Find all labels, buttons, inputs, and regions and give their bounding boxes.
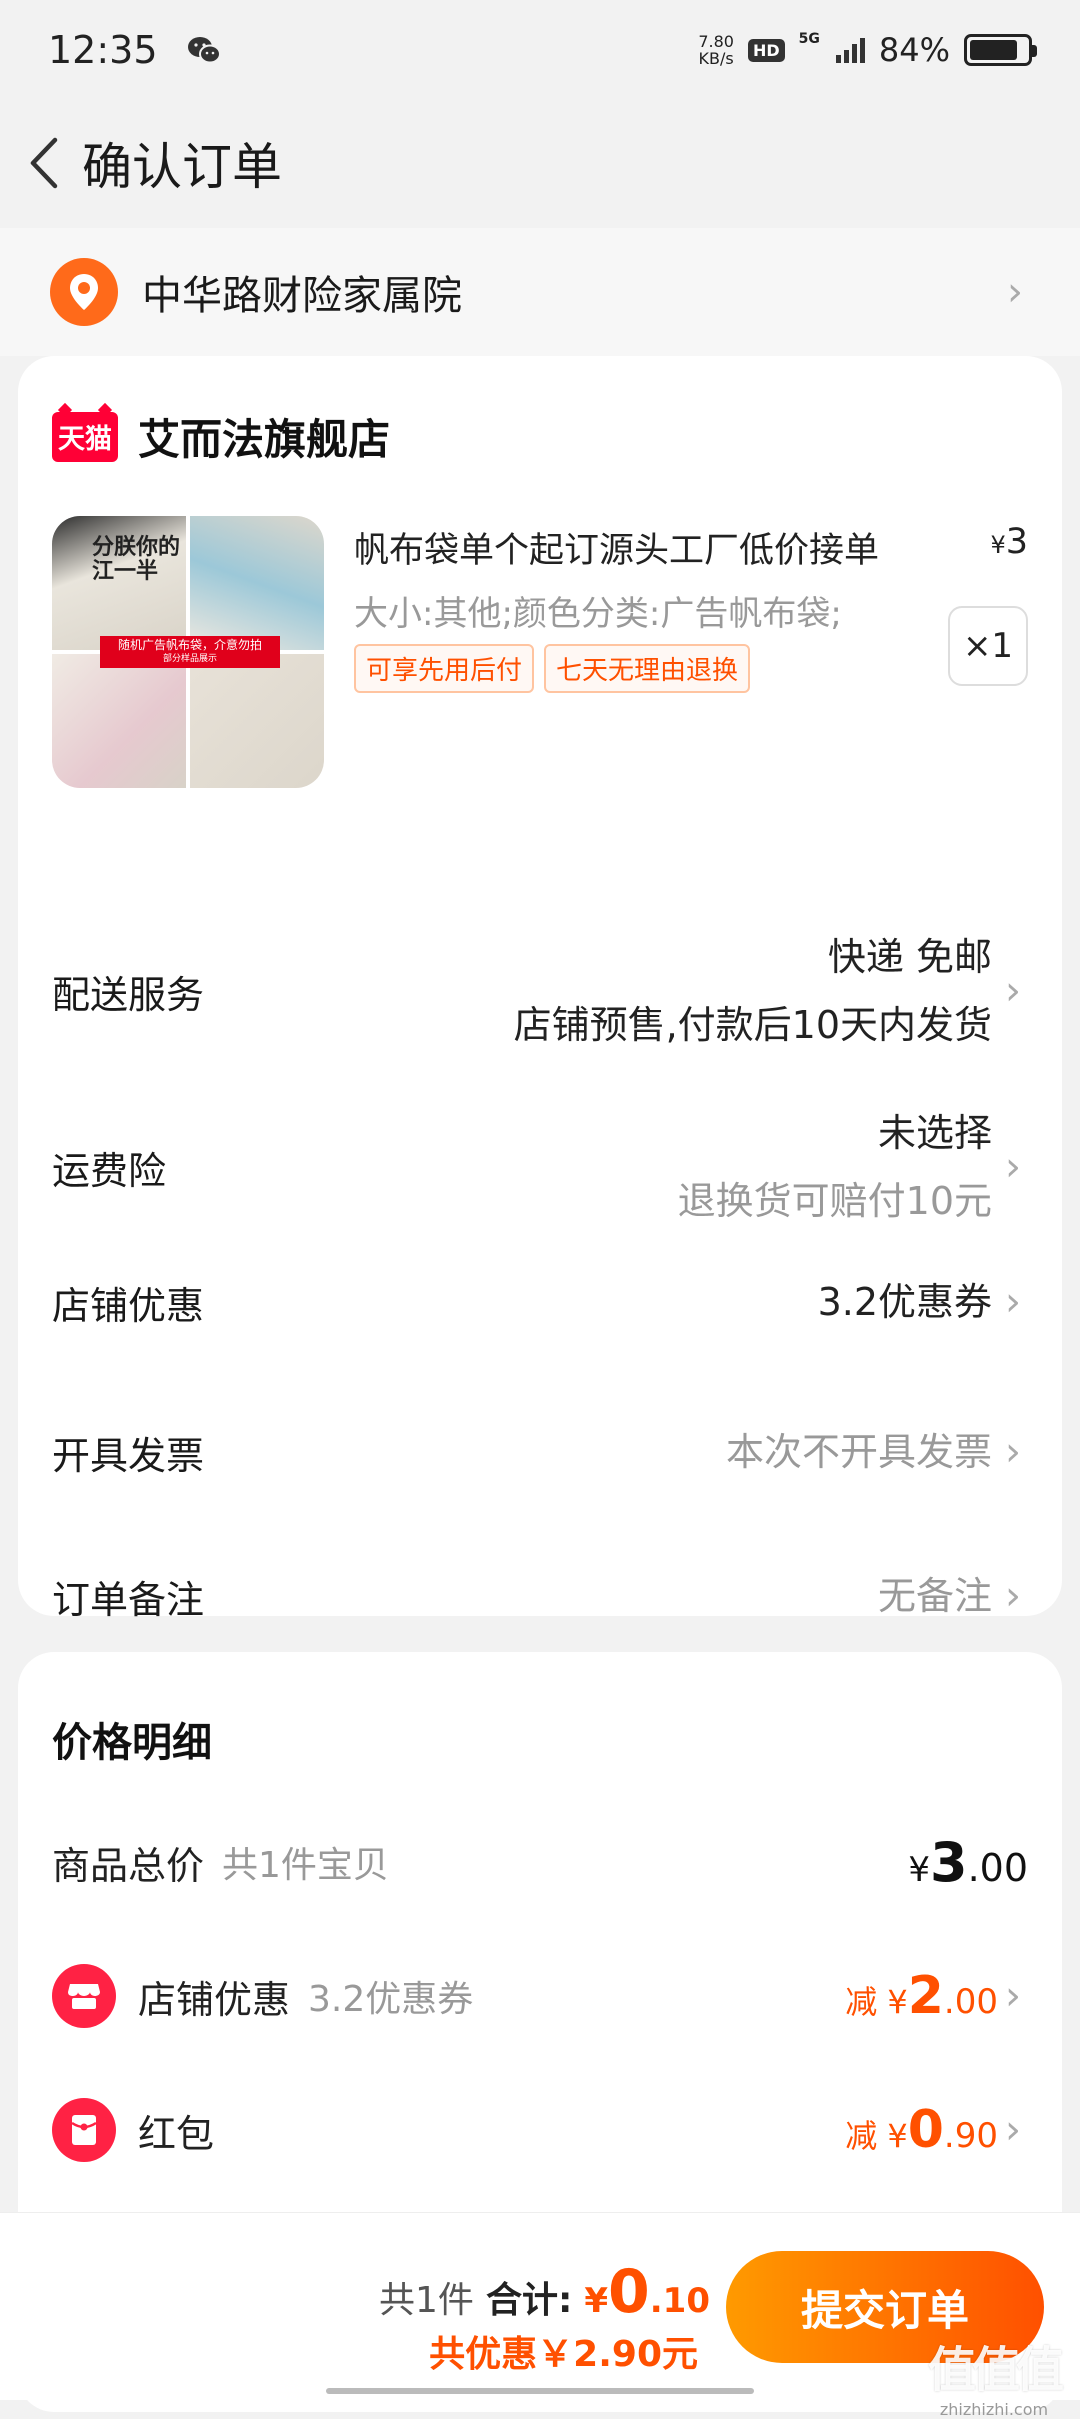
goods-total-label: 商品总价 xyxy=(52,1843,205,1888)
image-calligraphy: 分朕你的江一半 xyxy=(92,535,181,584)
hd-badge: HD xyxy=(747,38,785,62)
shop-header[interactable]: 天猫 艾而法旗舰店 xyxy=(52,406,390,467)
remark-value: 无备注 xyxy=(877,1574,992,1618)
shop-discount-value: 3.2优惠券 xyxy=(817,1280,992,1324)
shop-name: 艾而法旗舰店 xyxy=(138,415,391,464)
chevron-right-icon: › xyxy=(1005,1973,1021,2019)
product-price: ¥3 xyxy=(990,522,1028,562)
goods-total-row: 商品总价 共1件宝贝 ¥3.00 xyxy=(52,1822,1028,1902)
product-title[interactable]: 帆布袋单个起订源头工厂低价接单 xyxy=(354,522,879,573)
shop-icon xyxy=(52,1964,116,2028)
signal-icon xyxy=(835,37,865,63)
delivery-row[interactable]: 配送服务 快递 免邮 店铺预售,付款后10天内发货 › xyxy=(52,916,1028,1066)
watermark-url: zhizhizhi.com xyxy=(939,2400,1049,2419)
product-spec[interactable]: 大小:其他;颜色分类:广告帆布袋; xyxy=(354,586,842,635)
goods-total-amount: ¥3.00 xyxy=(908,1830,1028,1894)
back-button[interactable] xyxy=(14,123,74,203)
insurance-label: 运费险 xyxy=(52,1148,167,1193)
item-count: 共1件 xyxy=(379,2280,474,2321)
address-row[interactable]: 中华路财险家属院 › xyxy=(0,228,1080,356)
insurance-value: 未选择 xyxy=(877,1111,992,1155)
battery-percent: 84% xyxy=(878,31,950,69)
chevron-right-icon: › xyxy=(1005,1429,1021,1475)
tag-seven-day-return: 七天无理由退换 xyxy=(544,644,751,693)
total-amount: ¥0.10 xyxy=(584,2257,710,2327)
location-pin-icon xyxy=(50,258,118,326)
product-image[interactable]: 分朕你的江一半 随机广告帆布袋，介意勿拍 部分样品展示 xyxy=(52,516,324,788)
chevron-right-icon: › xyxy=(1005,1573,1021,1619)
red-packet-label: 红包 xyxy=(138,2111,215,2156)
shop-discount-detail-row[interactable]: 店铺优惠 3.2优惠券 减 ¥2.00 › xyxy=(52,1956,1028,2036)
red-packet-amount: 减 ¥0.90 xyxy=(845,2100,998,2160)
tag-pay-later: 可享先用后付 xyxy=(354,644,535,693)
chevron-right-icon: › xyxy=(1005,1144,1021,1190)
wechat-icon xyxy=(187,37,221,64)
goods-total-sub: 共1件宝贝 xyxy=(222,1845,389,1886)
chevron-left-icon xyxy=(30,137,58,188)
shipping-insurance-row[interactable]: 运费险 未选择 退换货可赔付10元 › xyxy=(52,1092,1028,1242)
order-card: 天猫 艾而法旗舰店 分朕你的江一半 随机广告帆布袋，介意勿拍 部分样品展示 帆布… xyxy=(18,356,1062,1622)
invoice-label: 开具发票 xyxy=(52,1433,205,1478)
price-detail-title: 价格明细 xyxy=(52,1720,212,1766)
page-title: 确认订单 xyxy=(82,137,282,196)
shop-discount-detail-amount: 减 ¥2.00 xyxy=(845,1966,998,2026)
address-text: 中华路财险家属院 xyxy=(142,273,462,319)
red-packet-icon xyxy=(52,2098,116,2162)
shop-discount-detail-sub: 3.2优惠券 xyxy=(308,1979,474,2020)
total-label: 合计: xyxy=(485,2280,573,2321)
shop-discount-detail-label: 店铺优惠 xyxy=(138,1977,291,2022)
chevron-right-icon: › xyxy=(1007,269,1023,315)
order-total: 共1件 合计: ¥0.10 xyxy=(379,2257,710,2327)
chevron-right-icon: › xyxy=(1005,1279,1021,1325)
insurance-sub: 退换货可赔付10元 xyxy=(677,1179,992,1223)
shop-discount-label: 店铺优惠 xyxy=(52,1283,205,1328)
red-packet-row[interactable]: 红包 减 ¥0.90 › xyxy=(52,2090,1028,2170)
checkout-bar: 共1件 合计: ¥0.10 共优惠￥2.90元 提交订单 xyxy=(0,2212,1080,2400)
home-indicator[interactable] xyxy=(326,2388,754,2394)
quantity-stepper[interactable]: ×1 xyxy=(948,606,1028,686)
chevron-right-icon: › xyxy=(1005,2107,1021,2153)
product-tags: 可享先用后付 七天无理由退换 xyxy=(354,644,751,693)
nav-bar: 确认订单 xyxy=(0,100,1080,225)
shop-discount-row[interactable]: 店铺优惠 3.2优惠券 › xyxy=(52,1262,1028,1342)
invoice-row[interactable]: 开具发票 本次不开具发票 › xyxy=(52,1412,1028,1492)
status-time: 12:35 xyxy=(48,28,158,72)
remark-row[interactable]: 订单备注 无备注 › xyxy=(52,1556,1028,1636)
total-saved: 共优惠￥2.90元 xyxy=(429,2334,698,2375)
chevron-right-icon: › xyxy=(1005,968,1021,1014)
invoice-value: 本次不开具发票 xyxy=(725,1430,992,1474)
net-speed: 7.80 KB/s xyxy=(698,32,734,68)
network-type: 5G xyxy=(798,31,820,47)
remark-label: 订单备注 xyxy=(52,1577,205,1622)
delivery-label: 配送服务 xyxy=(52,972,205,1017)
watermark: 值值值 zhizhizhi.com xyxy=(927,2330,1064,2419)
image-banner: 随机广告帆布袋，介意勿拍 部分样品展示 xyxy=(100,636,280,668)
watermark-logo: 值值值 xyxy=(927,2342,1064,2398)
status-bar: 12:35 7.80 KB/s HD 5G 84% xyxy=(0,0,1080,100)
delivery-value: 快递 免邮 xyxy=(827,935,992,979)
tmall-logo: 天猫 xyxy=(52,411,118,462)
delivery-sub: 店铺预售,付款后10天内发货 xyxy=(513,1003,992,1047)
battery-icon xyxy=(964,34,1037,66)
